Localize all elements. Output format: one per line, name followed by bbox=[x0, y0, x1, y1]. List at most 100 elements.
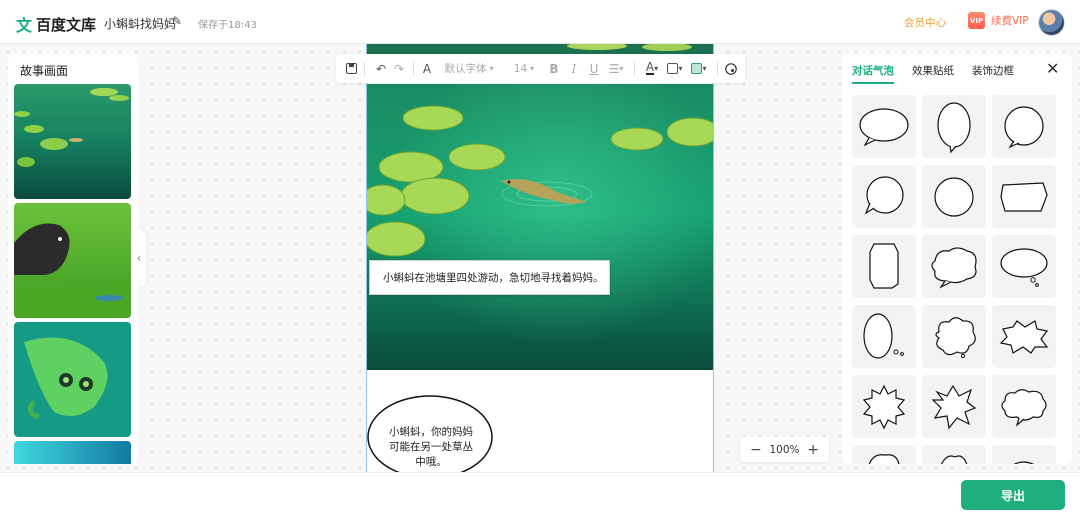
export-button[interactable]: 导出 bbox=[961, 480, 1065, 510]
italic-button[interactable]: I bbox=[564, 54, 584, 83]
bubble-option-partial[interactable] bbox=[922, 445, 986, 464]
bubble-option-scroll[interactable] bbox=[852, 235, 916, 298]
sticker-panel: 对话气泡 效果贴纸 装饰边框 ✕ bbox=[842, 54, 1072, 464]
bubble-option-round[interactable] bbox=[922, 165, 986, 228]
chevron-down-icon: ▾ bbox=[654, 64, 659, 73]
bold-button[interactable]: B bbox=[544, 54, 564, 83]
box-bubble-icon bbox=[1000, 181, 1048, 212]
bottom-bar bbox=[0, 472, 1080, 514]
previous-frame-strip bbox=[367, 44, 713, 54]
palette-icon[interactable] bbox=[724, 54, 738, 83]
speech-line: 可能在另一处草丛 bbox=[389, 441, 473, 453]
chevron-down-icon: ▾ bbox=[678, 64, 683, 73]
story-frame-thumbnail[interactable] bbox=[14, 441, 131, 464]
partial-bubble-icon bbox=[868, 454, 900, 464]
document-title[interactable]: 小蝌蚪找妈妈 bbox=[104, 15, 176, 32]
grass-creature-image bbox=[14, 203, 131, 318]
bubble-option-circle-tail[interactable] bbox=[852, 165, 916, 228]
toolbar-divider bbox=[364, 61, 365, 76]
story-frames-panel: 故事画面 bbox=[8, 54, 138, 464]
bubble-option-cloud[interactable] bbox=[922, 305, 986, 368]
frog-image bbox=[14, 322, 131, 437]
story-frame-thumbnail[interactable] bbox=[14, 203, 131, 318]
wide-burst-bubble-icon bbox=[999, 319, 1049, 354]
speech-line: 中哦。 bbox=[415, 456, 447, 468]
water-image bbox=[14, 441, 131, 464]
scroll-bubble-icon bbox=[869, 242, 899, 289]
text-color-button[interactable]: A ▾ bbox=[641, 54, 663, 83]
fill-button[interactable]: ▾ bbox=[687, 54, 711, 83]
underline-button[interactable]: U bbox=[584, 54, 604, 83]
story-frames-title: 故事画面 bbox=[20, 64, 69, 78]
tab-decorative-borders[interactable]: 装饰边框 bbox=[972, 63, 1014, 84]
speech-bubble-text[interactable]: 小蝌蚪，你的妈妈 可能在另一处草丛 中哦。 bbox=[381, 425, 481, 470]
text-style-icon[interactable]: A bbox=[420, 54, 434, 83]
circle-bubble-icon bbox=[1004, 105, 1044, 148]
font-size-select[interactable]: 14 ▾ bbox=[504, 54, 544, 83]
bubble-option-box[interactable] bbox=[992, 165, 1056, 228]
collapse-left-panel-button[interactable]: ‹ bbox=[132, 229, 146, 287]
text-color-icon: A bbox=[645, 60, 655, 75]
bubble-option-partial[interactable] bbox=[852, 445, 916, 464]
save-status: 保存于18:43 bbox=[198, 20, 257, 31]
round-bubble-icon bbox=[934, 176, 974, 217]
partial-bubble-icon bbox=[940, 455, 968, 464]
bubble-option-burst-wide[interactable] bbox=[992, 305, 1056, 368]
vip-icon: VIP bbox=[968, 12, 985, 29]
font-family-select[interactable]: 默认字体 ▾ bbox=[434, 54, 504, 83]
user-avatar[interactable] bbox=[1038, 9, 1065, 36]
tab-speech-bubbles[interactable]: 对话气泡 bbox=[852, 63, 894, 84]
renew-vip-button[interactable]: VIP 续费VIP bbox=[968, 12, 1029, 29]
zoom-control: − 100% + bbox=[740, 437, 829, 462]
caption-text-box[interactable]: 小蝌蚪在池塘里四处游动，急切地寻找着妈妈。 bbox=[369, 260, 610, 295]
story-frame-thumbnail[interactable] bbox=[14, 84, 131, 199]
thought-bubble-icon bbox=[1000, 247, 1048, 287]
toolbar-divider bbox=[413, 61, 414, 76]
logo-mark: 文 bbox=[16, 16, 33, 35]
logo-text: 百度文库 bbox=[36, 15, 97, 34]
tall-thought-bubble-icon bbox=[863, 312, 904, 359]
cloud-bubble-icon bbox=[935, 316, 976, 358]
toolbar-divider bbox=[717, 61, 718, 76]
member-center-link[interactable]: 会员中心 bbox=[904, 15, 946, 30]
bubble-option-puffy[interactable] bbox=[992, 375, 1056, 438]
redo-icon[interactable]: ↷ bbox=[391, 54, 407, 83]
comic-page[interactable]: 小蝌蚪在池塘里四处游动，急切地寻找着妈妈。 小蝌蚪，你的妈妈 可能在另一处草丛 … bbox=[366, 44, 714, 474]
bubble-option-spiky[interactable] bbox=[922, 375, 986, 438]
zoom-out-button[interactable]: − bbox=[750, 442, 762, 458]
border-button[interactable]: ▾ bbox=[663, 54, 687, 83]
bubble-option-circle[interactable] bbox=[992, 95, 1056, 158]
pond-scene-image[interactable] bbox=[367, 84, 714, 370]
puffy-bubble-icon bbox=[1001, 388, 1047, 427]
bubble-option-thought-tall[interactable] bbox=[852, 305, 916, 368]
bubble-option-cloud-soft[interactable] bbox=[922, 235, 986, 298]
text-toolbar: ↶ ↷ A 默认字体 ▾ 14 ▾ B I U ☰ ▾ A ▾ ▾ ▾ bbox=[336, 54, 745, 83]
oval-bubble-icon bbox=[859, 107, 909, 146]
partial-bubble-icon bbox=[1013, 461, 1035, 464]
bubble-option-thought[interactable] bbox=[992, 235, 1056, 298]
story-frame-thumbnail[interactable] bbox=[14, 322, 131, 437]
spiky-bubble-icon bbox=[931, 384, 977, 429]
circle-tail-bubble-icon bbox=[864, 175, 904, 214]
bubble-option-burst[interactable] bbox=[852, 375, 916, 438]
edit-title-icon[interactable]: ✎ bbox=[172, 14, 182, 28]
font-family-value: 默认字体 bbox=[444, 63, 487, 75]
pond-lilypad-image bbox=[14, 84, 131, 199]
undo-icon[interactable]: ↶ bbox=[371, 54, 391, 83]
tab-effect-stickers[interactable]: 效果贴纸 bbox=[912, 63, 954, 84]
bubble-option-partial[interactable] bbox=[992, 445, 1056, 464]
bubble-option-tall-oval[interactable] bbox=[922, 95, 986, 158]
chevron-down-icon: ▾ bbox=[530, 64, 535, 73]
chevron-down-icon: ▾ bbox=[702, 64, 707, 73]
bubble-option-oval[interactable] bbox=[852, 95, 916, 158]
save-icon[interactable] bbox=[344, 54, 358, 83]
align-menu-button[interactable]: ☰ ▾ bbox=[604, 54, 628, 83]
tall-oval-bubble-icon bbox=[937, 101, 971, 153]
logo[interactable]: 文 百度文库 bbox=[16, 12, 96, 36]
zoom-level: 100% bbox=[769, 443, 800, 456]
close-icon[interactable]: ✕ bbox=[1046, 59, 1059, 78]
toolbar-divider bbox=[634, 61, 635, 76]
chevron-down-icon: ▾ bbox=[619, 64, 624, 73]
zoom-in-button[interactable]: + bbox=[807, 442, 819, 458]
burst-bubble-icon bbox=[862, 384, 906, 429]
